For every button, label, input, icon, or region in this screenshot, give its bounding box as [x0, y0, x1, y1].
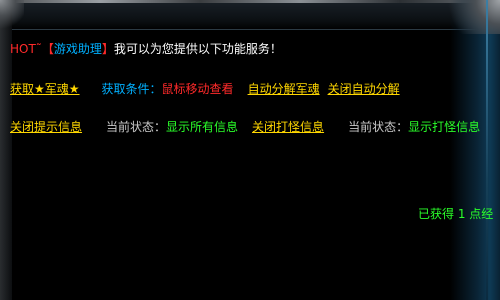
soul-options-row: 获取★军魂★ 获取条件：鼠标移动查看 自动分解军魂 关闭自动分解	[10, 80, 400, 97]
state-value-1: 显示所有信息	[166, 120, 239, 134]
bracket-close: 】	[101, 42, 114, 56]
state-label-1: 当前状态：	[106, 120, 167, 134]
intro-text: 我可以为您提供以下功能服务！	[113, 42, 282, 56]
top-ornament	[0, 0, 500, 30]
right-border	[440, 0, 500, 300]
helper-name: 游戏助理	[53, 42, 102, 56]
condition-label: 获取条件：	[101, 82, 162, 96]
close-tips-link[interactable]: 关闭提示信息	[10, 120, 82, 134]
condition-value: 鼠标移动查看	[161, 82, 234, 96]
state-value-2: 显示打怪信息	[408, 120, 481, 134]
close-auto-decompose-link[interactable]: 关闭自动分解	[328, 82, 400, 96]
close-monster-info-link[interactable]: 关闭打怪信息	[252, 120, 324, 134]
obtained-text: 已获得 1 点经	[418, 207, 494, 221]
auto-decompose-link[interactable]: 自动分解军魂	[248, 82, 320, 96]
info-options-row: 关闭提示信息 当前状态：显示所有信息 关闭打怪信息 当前状态：显示打怪信息	[10, 118, 480, 135]
game-dialog-frame: HOT˜【游戏助理】我可以为您提供以下功能服务！ 获取★军魂★ 获取条件：鼠标移动…	[0, 0, 500, 300]
bracket-open: 【	[41, 42, 54, 56]
get-soul-link[interactable]: 获取★军魂★	[10, 82, 80, 96]
npc-greeting: HOT˜【游戏助理】我可以为您提供以下功能服务！	[10, 40, 282, 57]
state-label-2: 当前状态：	[348, 120, 409, 134]
obtained-status: 已获得 1 点经	[418, 205, 493, 222]
hot-tag: HOT˜	[10, 42, 42, 56]
